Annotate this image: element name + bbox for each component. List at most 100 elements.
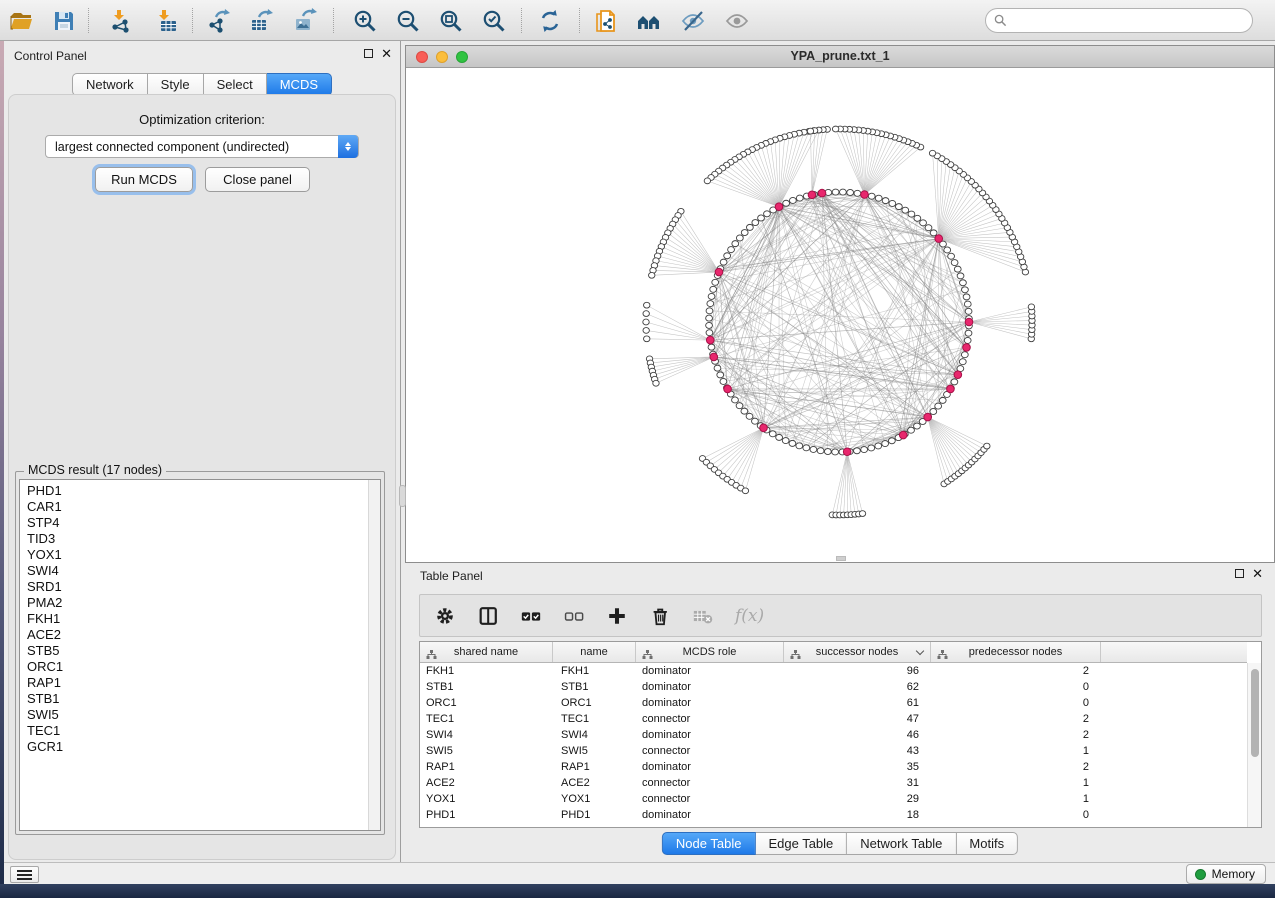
table-cell: 2 <box>931 759 1101 775</box>
table-row[interactable]: ACE2ACE2connector311 <box>420 775 1247 791</box>
network-from-selection-icon[interactable] <box>593 7 621 35</box>
first-neighbors-icon[interactable] <box>635 7 663 35</box>
table-row[interactable]: TEC1TEC1connector472 <box>420 711 1247 727</box>
mcds-result-item[interactable]: YOX1 <box>20 547 380 563</box>
hide-selected-icon[interactable] <box>679 7 707 35</box>
export-table-icon[interactable] <box>248 7 276 35</box>
table-row[interactable]: SWI4SWI4dominator462 <box>420 727 1247 743</box>
table-cell: 61 <box>784 695 931 711</box>
table-cell: ACE2 <box>553 775 636 791</box>
mcds-result-legend: MCDS result (17 nodes) <box>24 463 166 477</box>
mcds-result-item[interactable]: STB5 <box>20 643 380 659</box>
toolbar-separator <box>192 8 193 33</box>
search-icon <box>994 14 1007 27</box>
table-cell: 1 <box>931 775 1101 791</box>
mcds-result-item[interactable]: TID3 <box>20 531 380 547</box>
run-mcds-button[interactable]: Run MCDS <box>95 167 193 192</box>
network-canvas[interactable] <box>406 68 1274 562</box>
mcds-result-item[interactable]: ORC1 <box>20 659 380 675</box>
open-file-icon[interactable] <box>8 7 36 35</box>
mcds-result-item[interactable]: SRD1 <box>20 579 380 595</box>
memory-status-icon <box>1195 869 1206 880</box>
column-layout-icon[interactable] <box>477 604 501 628</box>
zoom-in-icon[interactable] <box>351 7 379 35</box>
mcds-result-item[interactable]: CAR1 <box>20 499 380 515</box>
mcds-result-item[interactable]: TEC1 <box>20 723 380 739</box>
tab-edge-table[interactable]: Edge Table <box>755 832 847 855</box>
close-window-icon[interactable] <box>416 51 428 63</box>
table-row[interactable]: RAP1RAP1dominator352 <box>420 759 1247 775</box>
mcds-result-item[interactable]: PMA2 <box>20 595 380 611</box>
close-panel-icon[interactable]: ✕ <box>1252 568 1263 579</box>
export-network-icon[interactable] <box>205 7 233 35</box>
mcds-result-item[interactable]: FKH1 <box>20 611 380 627</box>
delete-table-icon[interactable] <box>692 604 716 628</box>
scrollbar-thumb[interactable] <box>1251 669 1259 757</box>
export-image-icon[interactable] <box>292 7 320 35</box>
vertical-splitter-handle[interactable] <box>399 485 406 507</box>
close-panel-button[interactable]: Close panel <box>205 167 310 192</box>
search-input[interactable] <box>1007 11 1252 31</box>
table-row[interactable]: PHD1PHD1dominator180 <box>420 807 1247 823</box>
memory-button[interactable]: Memory <box>1186 864 1266 884</box>
mcds-result-item[interactable]: ACE2 <box>20 627 380 643</box>
column-header-shared-name[interactable]: shared name <box>420 642 553 662</box>
refresh-layout-icon[interactable] <box>536 7 564 35</box>
table-cell: 1 <box>931 743 1101 759</box>
cytoscape-window: Control Panel ✕ NetworkStyleSelectMCDS O… <box>0 0 1275 898</box>
show-all-icon[interactable] <box>723 7 751 35</box>
mcds-result-item[interactable]: SWI5 <box>20 707 380 723</box>
float-panel-icon[interactable] <box>1235 569 1244 578</box>
table-row[interactable]: YOX1YOX1connector291 <box>420 791 1247 807</box>
select-all-icon[interactable] <box>520 604 544 628</box>
deselect-all-icon[interactable] <box>563 604 587 628</box>
tab-node-table[interactable]: Node Table <box>662 832 756 855</box>
close-panel-icon[interactable]: ✕ <box>381 48 392 59</box>
tab-style[interactable]: Style <box>148 73 204 96</box>
table-row[interactable]: ORC1ORC1dominator610 <box>420 695 1247 711</box>
mcds-result-item[interactable]: PHD1 <box>20 483 380 499</box>
list-scrollbar[interactable] <box>368 480 380 830</box>
table-row[interactable]: FKH1FKH1dominator962 <box>420 663 1247 679</box>
column-header-predecessor-nodes[interactable]: predecessor nodes <box>931 642 1101 662</box>
column-header-successor-nodes[interactable]: successor nodes <box>784 642 931 662</box>
zoom-out-icon[interactable] <box>394 7 422 35</box>
column-header-name[interactable]: name <box>553 642 636 662</box>
criterion-select[interactable]: largest connected component (undirected) <box>45 135 359 158</box>
horizontal-splitter-handle[interactable] <box>836 556 846 561</box>
tab-network-table[interactable]: Network Table <box>847 832 956 855</box>
import-table-icon[interactable] <box>152 7 180 35</box>
table-row[interactable]: SWI5SWI5connector431 <box>420 743 1247 759</box>
zoom-fit-icon[interactable] <box>437 7 465 35</box>
network-window-titlebar[interactable]: YPA_prune.txt_1 <box>406 46 1274 68</box>
delete-column-icon[interactable] <box>649 604 673 628</box>
mcds-result-item[interactable]: RAP1 <box>20 675 380 691</box>
table-scrollbar[interactable] <box>1247 663 1261 827</box>
zoom-selected-icon[interactable] <box>480 7 508 35</box>
minimize-window-icon[interactable] <box>436 51 448 63</box>
tab-select[interactable]: Select <box>204 73 267 96</box>
function-builder-icon[interactable]: f(x) <box>735 604 764 628</box>
maximize-window-icon[interactable] <box>456 51 468 63</box>
table-cell: dominator <box>636 727 784 743</box>
mcds-result-item[interactable]: STP4 <box>20 515 380 531</box>
mcds-result-item[interactable]: SWI4 <box>20 563 380 579</box>
column-header-MCDS-role[interactable]: MCDS role <box>636 642 784 662</box>
mcds-result-item[interactable]: STB1 <box>20 691 380 707</box>
gear-icon[interactable] <box>434 604 458 628</box>
tab-mcds[interactable]: MCDS <box>267 73 332 96</box>
add-column-icon[interactable] <box>606 604 630 628</box>
task-history-icon[interactable] <box>10 866 39 883</box>
table-toolbar: f(x) <box>419 594 1262 637</box>
table-row[interactable]: STB1STB1dominator620 <box>420 679 1247 695</box>
float-panel-icon[interactable] <box>364 49 373 58</box>
table-cell: ORC1 <box>420 695 553 711</box>
mcds-result-item[interactable]: GCR1 <box>20 739 380 755</box>
tab-network[interactable]: Network <box>72 73 148 96</box>
column-label: MCDS role <box>683 646 737 658</box>
import-network-icon[interactable] <box>107 7 135 35</box>
sort-chevron-icon[interactable] <box>916 647 924 655</box>
table-cell: dominator <box>636 759 784 775</box>
save-icon[interactable] <box>50 7 78 35</box>
tab-motifs[interactable]: Motifs <box>956 832 1018 855</box>
